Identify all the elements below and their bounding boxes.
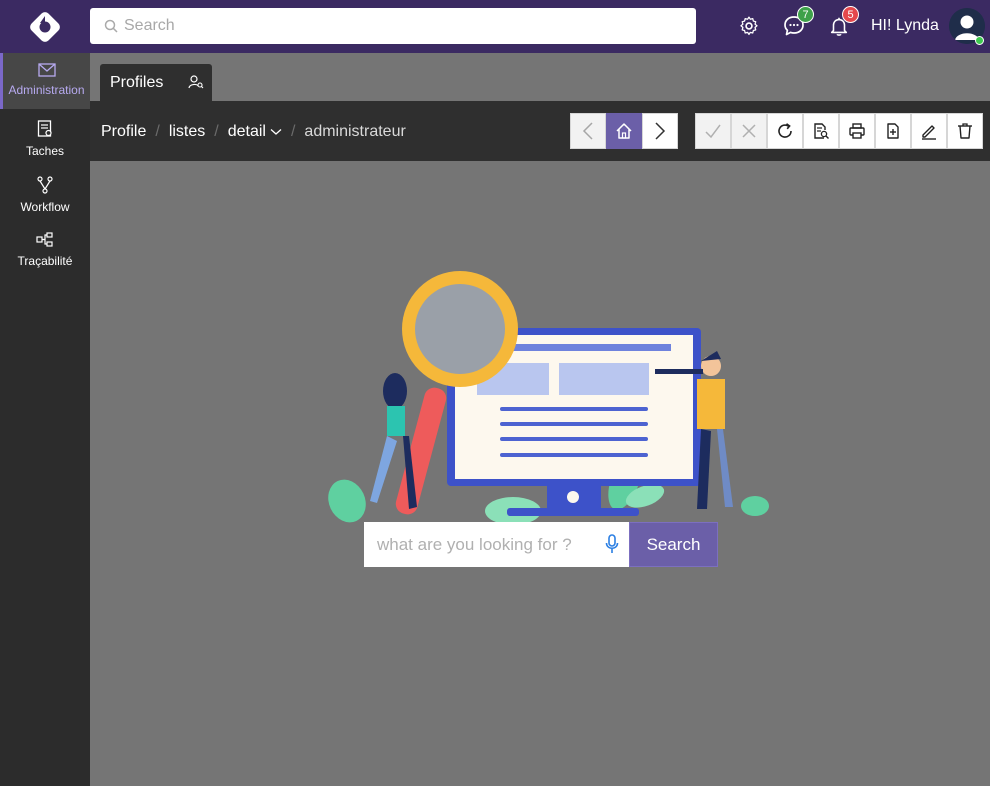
sidebar-item-label: Traçabilité <box>17 254 73 268</box>
refresh-icon <box>778 123 792 138</box>
breadcrumb-separator: / <box>290 123 296 140</box>
breadcrumb-current: administrateur <box>304 123 406 140</box>
top-bar: 7 5 HI! Lynda <box>0 0 990 53</box>
delete-icon <box>958 123 972 139</box>
search-illustration <box>328 271 769 525</box>
user-search-icon <box>188 75 204 89</box>
print-icon <box>849 123 865 139</box>
breadcrumb-item[interactable]: Profile <box>101 123 146 141</box>
edit-button[interactable] <box>911 113 947 149</box>
breadcrumb-separator: / <box>214 123 219 140</box>
notifications-count-badge: 5 <box>842 6 859 23</box>
sidebar-item-administration[interactable]: Administration <box>0 53 90 109</box>
online-status-dot <box>975 36 984 45</box>
global-search[interactable] <box>90 8 696 44</box>
close-icon <box>742 124 756 138</box>
global-search-input[interactable] <box>124 17 684 35</box>
breadcrumb-item[interactable]: listes <box>169 123 205 141</box>
breadcrumb-item[interactable]: detail <box>228 123 266 141</box>
home-button[interactable] <box>606 113 642 149</box>
sidebar-item-workflow[interactable]: Workflow <box>0 166 90 222</box>
document-search-icon <box>814 123 829 139</box>
validate-button[interactable] <box>695 113 731 149</box>
sidebar-item-tracabilite[interactable]: Traçabilité <box>0 222 90 278</box>
tab-label: Profiles <box>110 74 164 91</box>
logo-icon <box>30 11 60 42</box>
sidebar: Administration Taches Workflow Traçabili… <box>0 53 90 786</box>
previous-button[interactable] <box>570 113 606 149</box>
delete-button[interactable] <box>947 113 983 149</box>
messages-count-badge: 7 <box>797 6 814 23</box>
notifications-button[interactable]: 5 <box>823 6 859 42</box>
check-icon <box>705 124 721 139</box>
gear-icon <box>740 16 758 36</box>
next-icon <box>655 122 666 140</box>
breadcrumb: Profile / listes / detail / administrate… <box>101 123 406 141</box>
cancel-button[interactable] <box>731 113 767 149</box>
document-search-button[interactable] <box>803 113 839 149</box>
tab-profiles[interactable]: Profiles <box>100 64 212 102</box>
content-search-field[interactable] <box>364 522 629 567</box>
search-icon <box>104 19 118 33</box>
print-button[interactable] <box>839 113 875 149</box>
task-list-icon <box>37 120 52 137</box>
sidebar-item-label: Workflow <box>20 200 70 214</box>
settings-button[interactable] <box>733 10 765 42</box>
edit-icon <box>922 125 936 140</box>
toolbar: Profile / listes / detail / administrate… <box>90 101 990 161</box>
content-search-input[interactable] <box>377 534 587 555</box>
sidebar-item-label: Administration <box>8 83 85 97</box>
next-button[interactable] <box>642 113 678 149</box>
user-greeting: HI! Lynda <box>871 17 939 34</box>
main-content: Search <box>90 161 990 786</box>
refresh-button[interactable] <box>767 113 803 149</box>
previous-icon <box>582 122 593 140</box>
breadcrumb-separator: / <box>155 123 160 140</box>
microphone-icon[interactable] <box>605 534 619 554</box>
app-logo[interactable] <box>0 0 90 53</box>
mail-icon <box>37 63 56 77</box>
chevron-down-icon[interactable] <box>270 128 282 136</box>
add-document-button[interactable] <box>875 113 911 149</box>
content-search: Search <box>364 522 718 567</box>
content-search-button[interactable]: Search <box>629 522 718 567</box>
add-document-icon <box>887 123 899 139</box>
traceability-icon <box>36 232 53 247</box>
sidebar-item-taches[interactable]: Taches <box>0 110 90 166</box>
home-icon <box>616 123 632 139</box>
sidebar-item-label: Taches <box>25 144 65 158</box>
messages-button[interactable]: 7 <box>778 6 814 42</box>
workflow-icon <box>37 176 53 194</box>
